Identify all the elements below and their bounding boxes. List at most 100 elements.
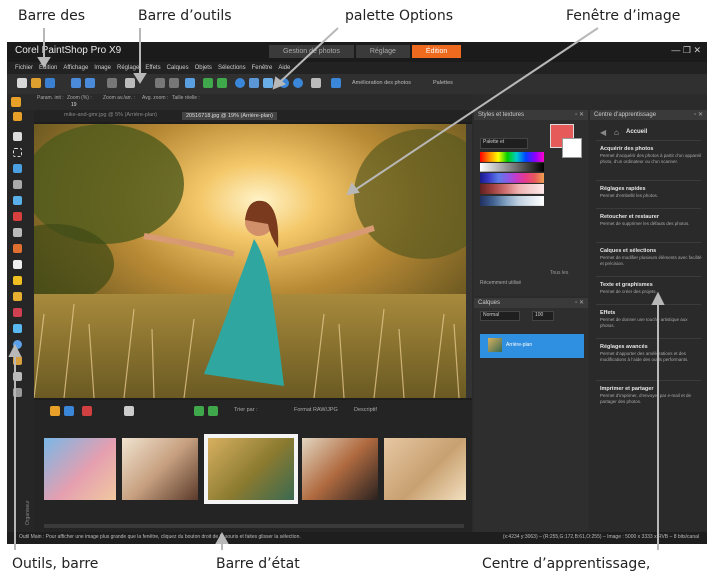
- redo-icon[interactable]: [169, 78, 179, 88]
- format-filter[interactable]: Format RAW/JPG: [294, 407, 338, 413]
- text-tool-icon[interactable]: [13, 324, 22, 333]
- pan-tool-icon[interactable]: [11, 97, 21, 107]
- tab-document-1[interactable]: mike-and-gmr.jpg @ 5% (Arrière-plan): [64, 112, 157, 118]
- redo-arrow-icon[interactable]: [217, 78, 227, 88]
- separator: [596, 180, 701, 181]
- organizer-share-icon[interactable]: [124, 406, 134, 416]
- lc-section-retouch[interactable]: Retoucher et restaurer Permet de supprim…: [600, 214, 702, 227]
- menu-window[interactable]: Fenêtre: [252, 62, 273, 74]
- menu-layers[interactable]: Calques: [167, 62, 189, 74]
- lc-section-advanced[interactable]: Réglages avancés Permet d’apporter des a…: [600, 344, 702, 363]
- organizer-rotate-right-icon[interactable]: [208, 406, 218, 416]
- palette-dropdown[interactable]: Palette et: [480, 138, 528, 149]
- background-color-swatch[interactable]: [562, 138, 582, 158]
- zoom-value[interactable]: 19: [71, 102, 77, 108]
- color-swatch-grid[interactable]: [480, 152, 544, 214]
- undo-arrow-icon[interactable]: [203, 78, 213, 88]
- history-icon[interactable]: [185, 78, 195, 88]
- menu-effects[interactable]: Effets: [145, 62, 160, 74]
- window-controls[interactable]: — ❐ ✕: [671, 45, 701, 56]
- menu-view[interactable]: Affichage: [63, 62, 88, 74]
- thumbnail-portrait[interactable]: [384, 438, 466, 500]
- browse-icon[interactable]: [45, 78, 55, 88]
- layer-row[interactable]: Arrière-plan: [480, 334, 584, 358]
- tab-document-2[interactable]: 20516718.jpg @ 19% (Arrière-plan): [182, 112, 277, 120]
- makeover-tool-icon[interactable]: [13, 228, 22, 237]
- panel-icon[interactable]: [331, 78, 341, 88]
- menu-adjust[interactable]: Réglage: [117, 62, 139, 74]
- home-icon[interactable]: ⌂: [614, 128, 619, 137]
- tab-manage[interactable]: Gestion de photos: [269, 45, 354, 58]
- print-icon[interactable]: [125, 78, 135, 88]
- thumbnail-woman-field[interactable]: [208, 438, 294, 500]
- fill-tool-icon[interactable]: [13, 292, 22, 301]
- styles-close-icon[interactable]: ▫ ✕: [575, 111, 584, 118]
- eraser-tool-icon[interactable]: [13, 308, 22, 317]
- enhance-photos-menu[interactable]: Amélioration des photos: [352, 80, 411, 86]
- menu-objects[interactable]: Objets: [195, 62, 212, 74]
- menu-edit[interactable]: Édition: [39, 62, 57, 74]
- menu-image[interactable]: Image: [94, 62, 111, 74]
- grid-icon[interactable]: [249, 78, 259, 88]
- straighten-tool-icon[interactable]: [13, 196, 22, 205]
- zoom-out-icon[interactable]: [293, 78, 303, 88]
- lc-section-effects[interactable]: Effets Permet de donner une touche artis…: [600, 310, 702, 329]
- separator: [596, 140, 701, 141]
- lc-section-quick-adjust[interactable]: Réglages rapides Permet d’embellir les p…: [600, 186, 702, 199]
- more-tools-icon[interactable]: [13, 388, 22, 397]
- organizer-scrollbar[interactable]: [44, 524, 464, 528]
- opacity-field[interactable]: 100: [532, 311, 554, 321]
- menu-bar: Fichier Édition Affichage Image Réglage …: [7, 62, 707, 74]
- organizer-rotate-left-icon[interactable]: [194, 406, 204, 416]
- lc-desc: Permet d’embellir les photos.: [600, 193, 659, 198]
- zoom-in-icon[interactable]: [279, 78, 289, 88]
- clone-tool-icon[interactable]: [13, 244, 22, 253]
- lc-section-layers[interactable]: Calques et sélections Permet de modifier…: [600, 248, 702, 267]
- styles-textures-palette: Styles et textures ▫ ✕ Palette et Récemm…: [474, 110, 588, 296]
- tab-adjust[interactable]: Réglage: [355, 45, 410, 58]
- open-icon[interactable]: [31, 78, 41, 88]
- save-icon[interactable]: [71, 78, 81, 88]
- menu-file[interactable]: Fichier: [15, 62, 33, 74]
- organizer-view-icon[interactable]: [50, 406, 60, 416]
- vertical-scrollbar[interactable]: [466, 124, 472, 398]
- lighten-tool-icon[interactable]: [13, 276, 22, 285]
- organizer-edit-icon[interactable]: [82, 406, 92, 416]
- save-as-icon[interactable]: [85, 78, 95, 88]
- menu-help[interactable]: Aide: [278, 62, 290, 74]
- layers-close-icon[interactable]: ▫ ✕: [575, 299, 584, 306]
- lc-section-print-share[interactable]: Imprimer et partager Permet d’imprimer, …: [600, 386, 702, 405]
- tab-edit[interactable]: Édition: [411, 45, 462, 58]
- image-icon[interactable]: [263, 78, 273, 88]
- selection-tool-icon[interactable]: [13, 148, 22, 157]
- pan-tool-icon[interactable]: [13, 112, 22, 121]
- info-icon[interactable]: [235, 78, 245, 88]
- palettes-menu[interactable]: Palettes: [433, 80, 453, 86]
- back-icon[interactable]: ◀: [600, 128, 606, 137]
- home-label[interactable]: Accueil: [626, 129, 647, 135]
- thumbnail-selfie[interactable]: [44, 438, 116, 500]
- descriptive-filter[interactable]: Descriptif: [354, 407, 377, 413]
- lc-section-text[interactable]: Texte et graphismes Permet de créer des …: [600, 282, 702, 295]
- pick-tool-icon[interactable]: [13, 132, 22, 141]
- new-icon[interactable]: [17, 78, 27, 88]
- undo-icon[interactable]: [155, 78, 165, 88]
- crop-tool-icon[interactable]: [13, 180, 22, 189]
- sort-label[interactable]: Trier par :: [234, 407, 258, 413]
- fit-icon[interactable]: [311, 78, 321, 88]
- warp-tool-icon[interactable]: [13, 372, 22, 381]
- shape-tool-icon[interactable]: [13, 340, 22, 349]
- menu-selections[interactable]: Sélections: [218, 62, 246, 74]
- brush-tool-icon[interactable]: [13, 260, 22, 269]
- thumbnail-friends[interactable]: [122, 438, 198, 500]
- thumbnail-camera[interactable]: [302, 438, 378, 500]
- red-eye-tool-icon[interactable]: [13, 212, 22, 221]
- share-icon[interactable]: [107, 78, 117, 88]
- dropper-tool-icon[interactable]: [13, 164, 22, 173]
- learning-center-close-icon[interactable]: ▫ ✕: [694, 111, 703, 118]
- blend-mode-dropdown[interactable]: Normal: [480, 311, 520, 321]
- organizer-info-icon[interactable]: [64, 406, 74, 416]
- image-window[interactable]: [34, 122, 472, 400]
- lc-section-acquire[interactable]: Acquérir des photos Permet d’acquérir de…: [600, 146, 702, 165]
- pen-tool-icon[interactable]: [13, 356, 22, 365]
